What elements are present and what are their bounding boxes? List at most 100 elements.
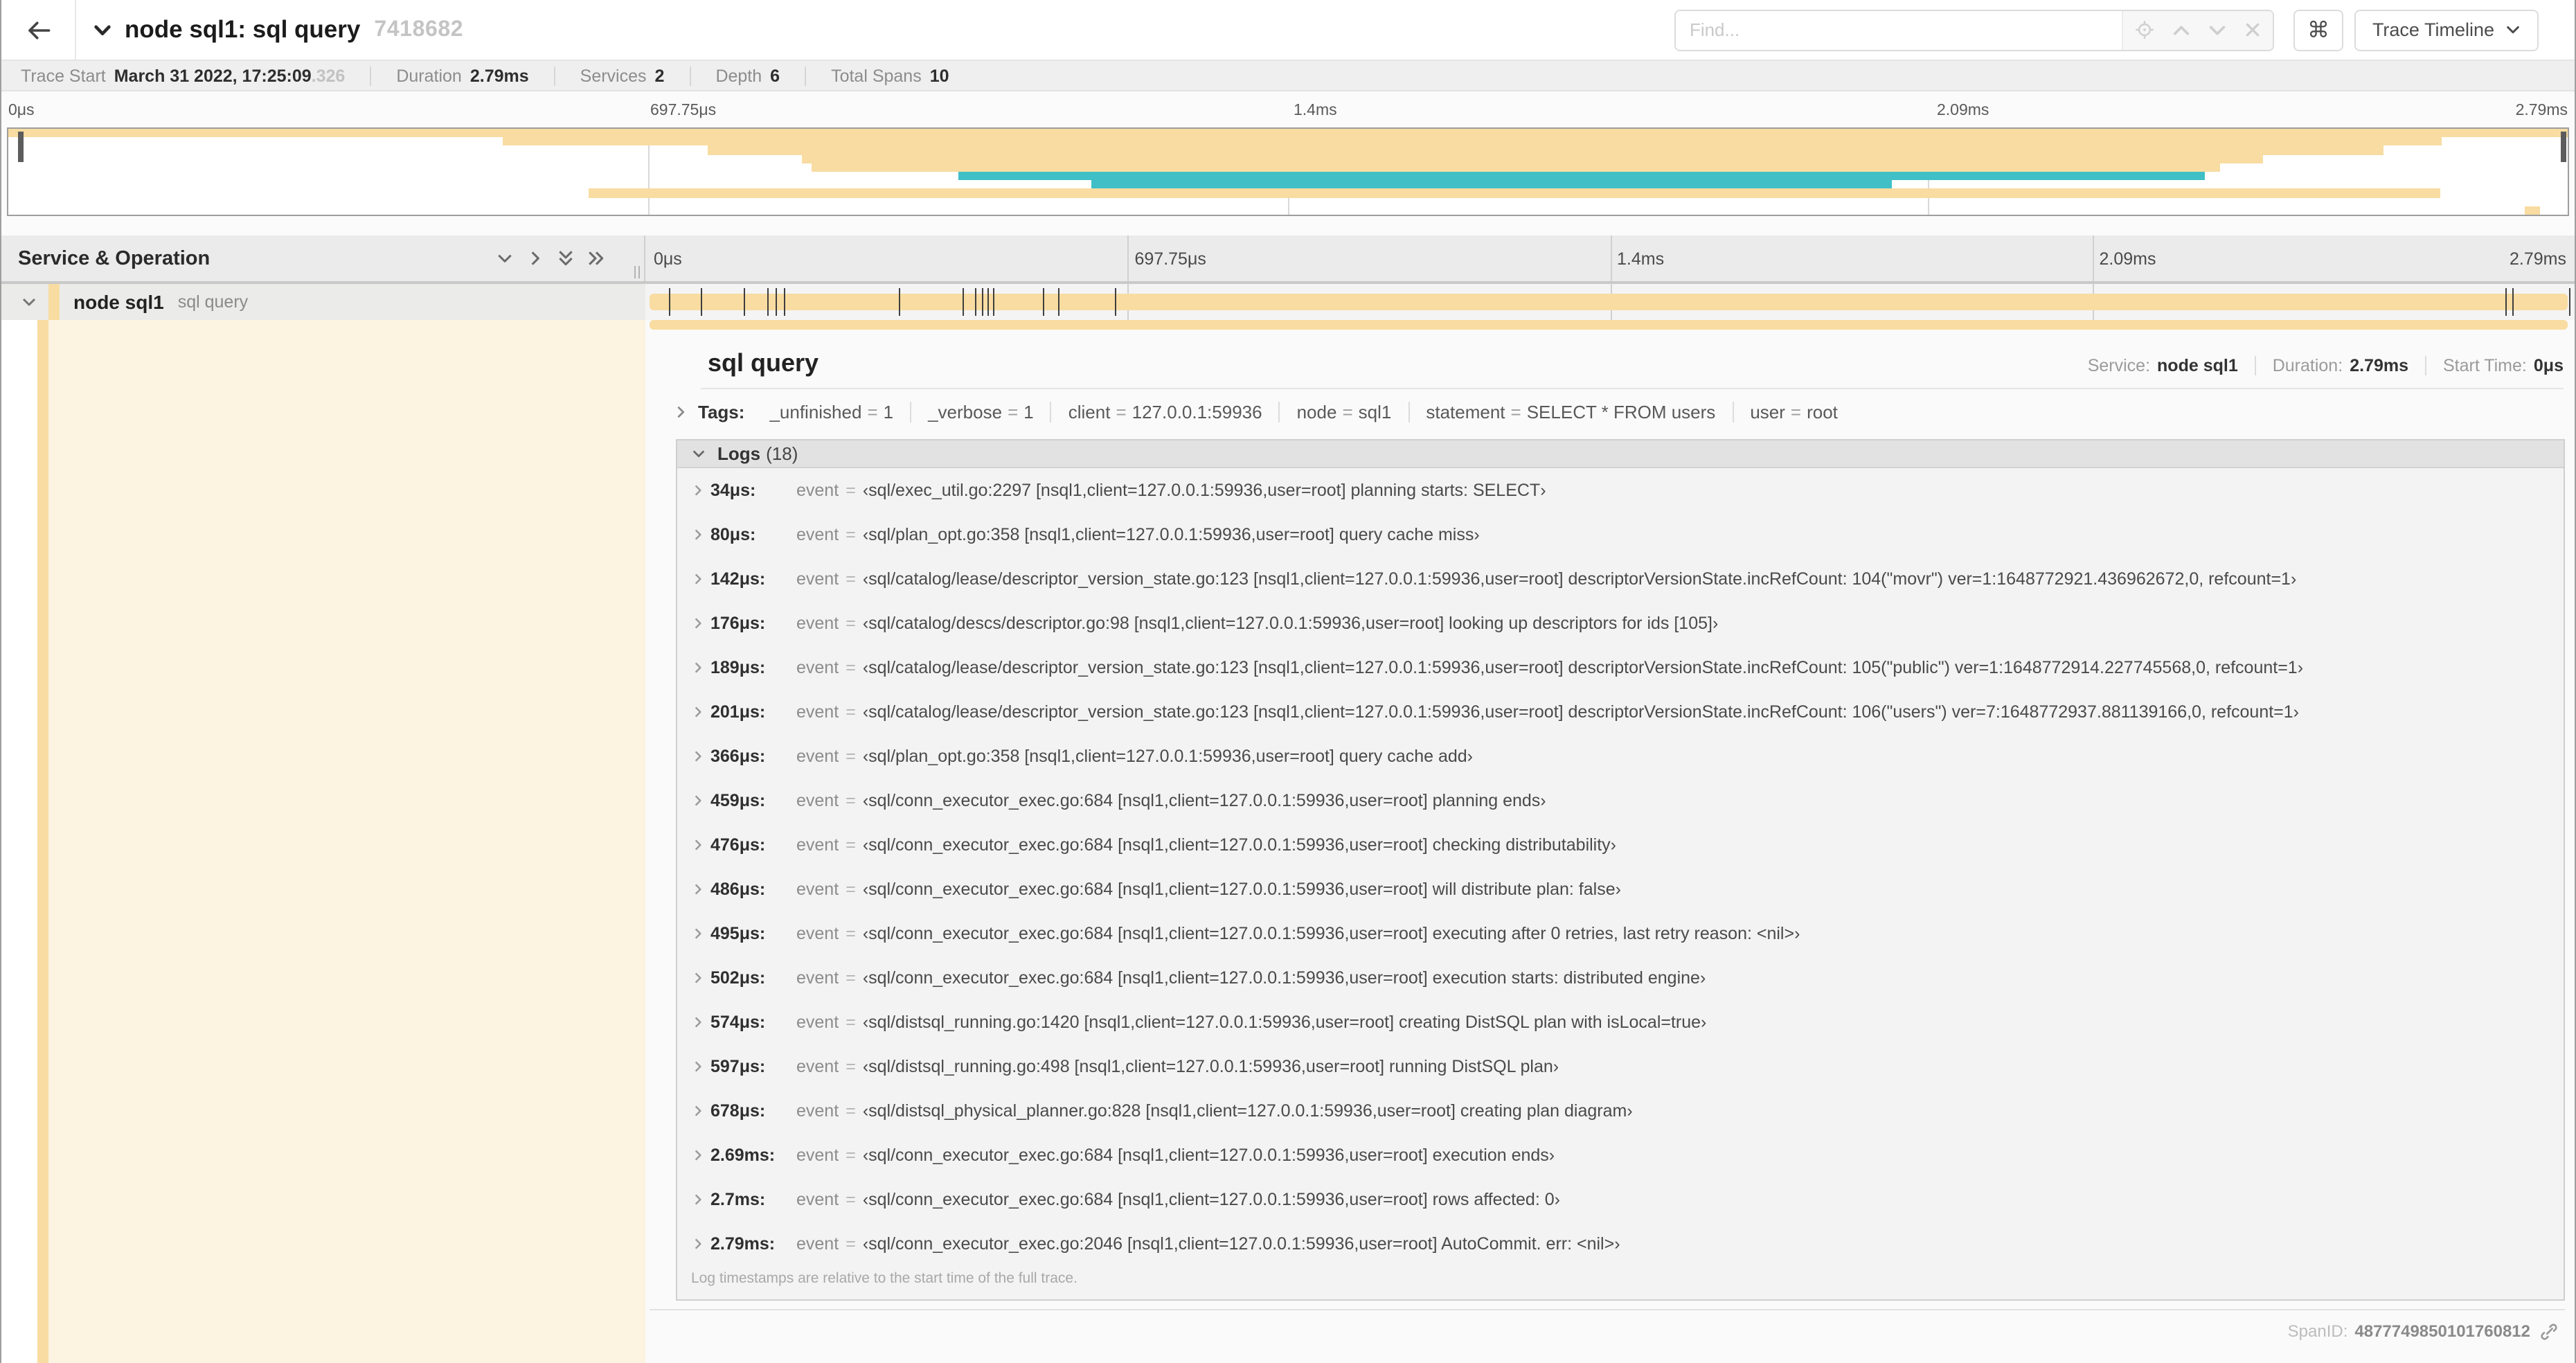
log-entry[interactable]: 366μs: event = ‹sql/plan_opt.go:358 [nsq… (677, 734, 2564, 778)
minimap-right-scrubber-handle[interactable] (2561, 132, 2566, 162)
span-summary-item: Start Time: 0μs (2425, 356, 2564, 375)
tag-item: client = 127.0.0.1:59936 (1050, 402, 1279, 422)
locate-icon[interactable] (2134, 19, 2155, 40)
log-entry[interactable]: 142μs: event = ‹sql/catalog/lease/descri… (677, 557, 2564, 601)
minimap-span-bar (589, 188, 2440, 198)
tag-item: statement = SELECT * FROM users (1408, 402, 1732, 422)
tags-accordian[interactable]: Tags: _unfinished = 1 _verbose = 1 client = 12… (673, 402, 2564, 422)
double-chevron-down-icon[interactable] (557, 249, 575, 267)
minimap-canvas[interactable] (7, 127, 2569, 216)
column-resizer-grip[interactable] (634, 266, 640, 278)
minimap-span-bar (8, 129, 2568, 138)
back-arrow-icon (26, 17, 51, 42)
log-entry[interactable]: 189μs: event = ‹sql/catalog/lease/descri… (677, 645, 2564, 690)
collapse-controls (496, 249, 605, 267)
log-entry[interactable]: 495μs: event = ‹sql/conn_executor_exec.g… (677, 911, 2564, 956)
timeline-column-header: Service & Operation 0μs 697.75μs 1.4ms 2… (1, 235, 2575, 284)
log-marker-tick (2512, 288, 2514, 316)
log-marker-tick (776, 288, 778, 316)
log-marker-tick (784, 288, 786, 316)
tags-label: Tags: (698, 402, 745, 422)
span-duration-bar[interactable] (650, 294, 2568, 310)
find-input[interactable] (1675, 10, 2122, 49)
chevron-right-icon (691, 927, 710, 941)
chevron-right-icon (691, 882, 710, 896)
log-entry[interactable]: 597μs: event = ‹sql/distsql_running.go:4… (677, 1044, 2564, 1089)
prev-match-chevron-up-icon[interactable] (2172, 20, 2191, 39)
chevron-right-icon[interactable] (526, 249, 544, 267)
meta-item: Total Spans 10 (805, 66, 949, 85)
chevron-down-icon (2505, 22, 2521, 37)
span-id-label: SpanID: (2287, 1321, 2348, 1341)
span-detail-panel: sql query Service: node sql1 Duration: 2… (645, 320, 2575, 1363)
minimap-tick-label: 2.09ms (1937, 103, 1989, 119)
log-marker-tick (987, 288, 990, 316)
trace-timeline-minimap: 0μs 697.75μs 1.4ms 2.09ms 2.79ms (1, 91, 2575, 235)
trace-view-selector[interactable]: Trace Timeline (2354, 9, 2539, 51)
log-marker-tick (1042, 288, 1044, 316)
next-match-chevron-down-icon[interactable] (2208, 20, 2227, 39)
divider (701, 388, 2564, 389)
span-bar-strip (650, 320, 2568, 330)
clear-search-icon[interactable] (2244, 21, 2262, 39)
ruler-tick-label: 697.75μs (1134, 249, 1206, 269)
log-entry[interactable]: 502μs: event = ‹sql/conn_executor_exec.g… (677, 956, 2564, 1000)
chevron-right-icon (691, 705, 710, 719)
keyboard-shortcuts-button[interactable]: ⌘ (2293, 9, 2343, 51)
span-row-timeline-cell (645, 284, 2575, 320)
minimap-span-bar (812, 163, 2220, 172)
log-entry[interactable]: 34μs: event = ‹sql/exec_util.go:2297 [ns… (677, 468, 2564, 513)
chevron-down-icon[interactable] (21, 294, 37, 310)
meta-item: Duration 2.79ms (370, 66, 529, 85)
minimap-span-bar (707, 145, 2383, 155)
logs-header[interactable]: Logs (18) (677, 440, 2564, 468)
divider (650, 1309, 2565, 1310)
top-bar: node sql1: sql query 7418682 Find... ⌘ T… (1, 0, 2575, 61)
chevron-right-icon (691, 483, 710, 497)
chevron-right-icon (691, 661, 710, 675)
log-entry[interactable]: 80μs: event = ‹sql/plan_opt.go:358 [nsql… (677, 513, 2564, 557)
meta-item: Trace Start March 31 2022, 17:25:09.326 (21, 66, 346, 85)
double-chevron-right-icon[interactable] (587, 249, 605, 267)
deep-link-icon[interactable] (2540, 1322, 2558, 1340)
chevron-down-icon (691, 446, 706, 461)
find-control (1674, 9, 2274, 51)
chevron-down-icon[interactable] (496, 249, 514, 267)
log-marker-tick (1058, 288, 1060, 316)
log-entry[interactable]: 2.7ms: event = ‹sql/conn_executor_exec.g… (677, 1177, 2564, 1222)
span-row-name-cell[interactable]: node sql1 sql query (1, 284, 645, 320)
log-entry[interactable]: 486μs: event = ‹sql/conn_executor_exec.g… (677, 867, 2564, 911)
jaeger-trace-page: node sql1: sql query 7418682 Find... ⌘ T… (0, 0, 2576, 1363)
timeline-gridline (1127, 235, 1129, 281)
ruler-tick-label: 1.4ms (1617, 249, 1665, 269)
log-entry[interactable]: 459μs: event = ‹sql/conn_executor_exec.g… (677, 778, 2564, 823)
log-entry[interactable]: 201μs: event = ‹sql/catalog/lease/descri… (677, 690, 2564, 734)
span-row: node sql1 sql query (1, 284, 2575, 320)
logs-note: Log timestamps are relative to the start… (691, 1270, 1077, 1287)
span-summary-item: Duration: 2.79ms (2254, 356, 2408, 375)
chevron-right-icon (691, 1015, 710, 1029)
minimap-left-scrubber-handle[interactable] (18, 132, 24, 162)
timeline-ruler: 0μs 697.75μs 1.4ms 2.09ms 2.79ms (645, 235, 2575, 281)
log-entry[interactable]: 2.79ms: event = ‹sql/conn_executor_exec.… (677, 1222, 2564, 1266)
back-button[interactable] (1, 0, 76, 60)
log-entry[interactable]: 476μs: event = ‹sql/conn_executor_exec.g… (677, 823, 2564, 867)
trace-view-selector-label: Trace Timeline (2372, 19, 2494, 40)
minimap-span-bar (502, 137, 2442, 146)
timeline-gridline (1610, 235, 1611, 281)
log-entry[interactable]: 574μs: event = ‹sql/distsql_running.go:1… (677, 1000, 2564, 1044)
minimap-tick-label: 1.4ms (1294, 103, 1337, 119)
minimap-span-bar (801, 154, 2264, 163)
tags-list: _unfinished = 1 _verbose = 1 client = 127.0.0.… (753, 402, 1854, 422)
log-entry[interactable]: 176μs: event = ‹sql/catalog/descs/descri… (677, 601, 2564, 645)
tag-item: user = root (1732, 402, 1854, 422)
minimap-tick-label: 2.79ms (2515, 103, 2568, 119)
chevron-right-icon (691, 528, 710, 542)
span-summary: Service: node sql1 Duration: 2.79ms Star… (2088, 356, 2564, 375)
minimap-span-bar (1091, 180, 1893, 189)
collapse-trace-chevron-icon[interactable] (93, 20, 112, 39)
log-entry[interactable]: 2.69ms: event = ‹sql/conn_executor_exec.… (677, 1133, 2564, 1177)
find-buttons (2121, 10, 2273, 49)
log-entry[interactable]: 678μs: event = ‹sql/distsql_physical_pla… (677, 1089, 2564, 1133)
top-bar-actions: ⌘ Trace Timeline (1674, 9, 2539, 51)
